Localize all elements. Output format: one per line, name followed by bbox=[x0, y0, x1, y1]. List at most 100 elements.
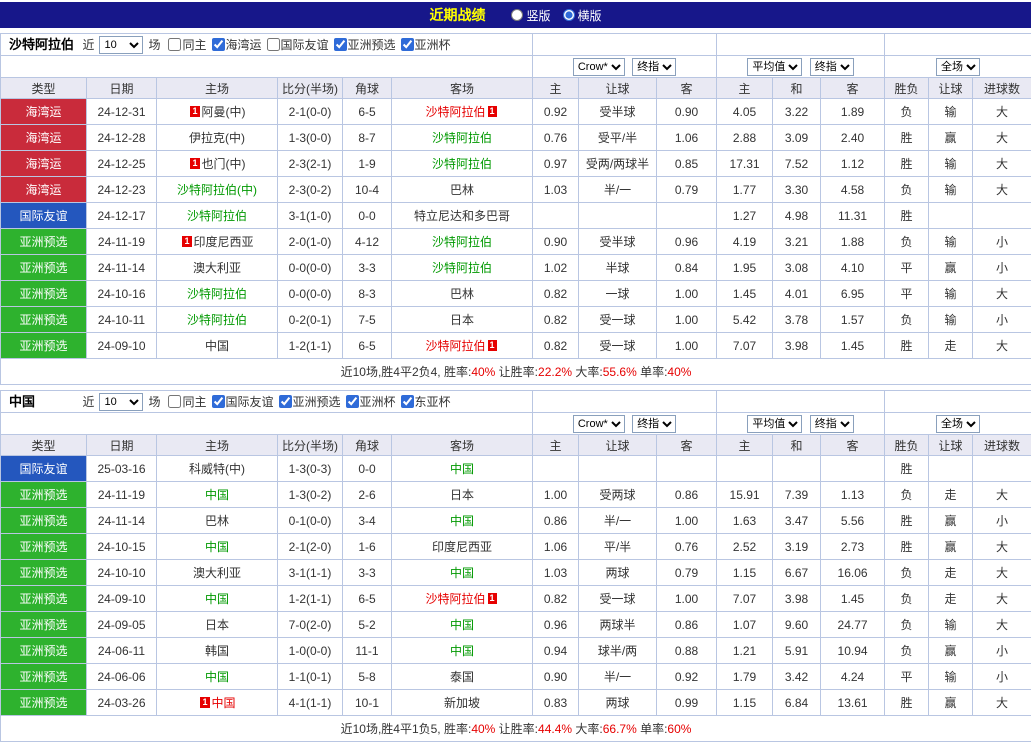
team-link[interactable]: 澳大利亚 bbox=[193, 261, 241, 275]
filter-checkbox[interactable] bbox=[334, 38, 347, 51]
league-type-cell[interactable]: 亚洲预选 bbox=[1, 612, 87, 638]
team-link[interactable]: 沙特阿拉伯 bbox=[425, 105, 485, 119]
team-link[interactable]: 中国 bbox=[450, 566, 474, 580]
team-link[interactable]: 澳大利亚 bbox=[193, 566, 241, 580]
scope-select[interactable]: 全场 bbox=[936, 415, 980, 433]
odds-stage-select[interactable]: 终指 bbox=[632, 58, 676, 76]
team-link[interactable]: 韩国 bbox=[205, 644, 229, 658]
filter-checkbox[interactable] bbox=[168, 395, 181, 408]
score-cell[interactable]: 2-1(2-0) bbox=[278, 534, 343, 560]
score-cell[interactable]: 0-1(0-0) bbox=[278, 508, 343, 534]
league-type-cell[interactable]: 亚洲预选 bbox=[1, 508, 87, 534]
team-link[interactable]: 日本 bbox=[450, 313, 474, 327]
avg-stage-select[interactable]: 终指 bbox=[810, 58, 854, 76]
filter-checkbox[interactable] bbox=[401, 395, 414, 408]
team-link[interactable]: 中国 bbox=[450, 462, 474, 476]
team-link[interactable]: 中国 bbox=[450, 644, 474, 658]
league-type-cell[interactable]: 亚洲预选 bbox=[1, 638, 87, 664]
league-type-cell[interactable]: 海湾运 bbox=[1, 125, 87, 151]
team-link[interactable]: 新加坡 bbox=[444, 696, 480, 710]
odds-stage-select[interactable]: 终指 bbox=[632, 415, 676, 433]
league-type-cell[interactable]: 亚洲预选 bbox=[1, 690, 87, 716]
team-link[interactable]: 沙特阿拉伯 bbox=[432, 235, 492, 249]
score-cell[interactable]: 1-0(0-0) bbox=[278, 638, 343, 664]
filter-东亚杯[interactable]: 东亚杯 bbox=[396, 393, 451, 410]
league-type-cell[interactable]: 亚洲预选 bbox=[1, 482, 87, 508]
score-cell[interactable]: 1-3(0-2) bbox=[278, 482, 343, 508]
team-link[interactable]: 沙特阿拉伯(中) bbox=[177, 183, 257, 197]
layout-option-vertical[interactable]: 竖版 bbox=[511, 7, 550, 24]
team-link[interactable]: 泰国 bbox=[450, 670, 474, 684]
team-link[interactable]: 沙特阿拉伯 bbox=[425, 592, 485, 606]
league-type-cell[interactable]: 海湾运 bbox=[1, 151, 87, 177]
league-type-cell[interactable]: 海湾运 bbox=[1, 177, 87, 203]
league-type-cell[interactable]: 亚洲预选 bbox=[1, 333, 87, 359]
league-type-cell[interactable]: 国际友谊 bbox=[1, 203, 87, 229]
avg-stage-select[interactable]: 终指 bbox=[810, 415, 854, 433]
team-link[interactable]: 日本 bbox=[450, 488, 474, 502]
team-link[interactable]: 巴林 bbox=[450, 287, 474, 301]
team-link[interactable]: 中国 bbox=[450, 618, 474, 632]
team-link[interactable]: 沙特阿拉伯 bbox=[425, 339, 485, 353]
team-link[interactable]: 日本 bbox=[205, 618, 229, 632]
score-cell[interactable]: 0-2(0-1) bbox=[278, 307, 343, 333]
score-cell[interactable]: 3-1(1-0) bbox=[278, 203, 343, 229]
scope-select[interactable]: 全场 bbox=[936, 58, 980, 76]
filter-checkbox[interactable] bbox=[279, 395, 292, 408]
team-link[interactable]: 中国 bbox=[205, 540, 229, 554]
horizontal-radio[interactable] bbox=[563, 9, 575, 21]
filter-checkbox[interactable] bbox=[168, 38, 181, 51]
team-link[interactable]: 沙特阿拉伯 bbox=[432, 131, 492, 145]
filter-国际友谊[interactable]: 国际友谊 bbox=[262, 36, 329, 53]
team-link[interactable]: 中国 bbox=[205, 592, 229, 606]
score-cell[interactable]: 2-3(2-1) bbox=[278, 151, 343, 177]
filter-checkbox[interactable] bbox=[346, 395, 359, 408]
score-cell[interactable]: 2-0(1-0) bbox=[278, 229, 343, 255]
filter-checkbox[interactable] bbox=[267, 38, 280, 51]
team-link[interactable]: 中国 bbox=[205, 670, 229, 684]
team-link[interactable]: 伊拉克(中) bbox=[189, 131, 245, 145]
filter-国际友谊[interactable]: 国际友谊 bbox=[207, 393, 274, 410]
league-type-cell[interactable]: 亚洲预选 bbox=[1, 586, 87, 612]
filter-亚洲杯[interactable]: 亚洲杯 bbox=[396, 36, 451, 53]
filter-亚洲预选[interactable]: 亚洲预选 bbox=[274, 393, 341, 410]
team-link[interactable]: 中国 bbox=[450, 514, 474, 528]
team-link[interactable]: 巴林 bbox=[205, 514, 229, 528]
score-cell[interactable]: 0-0(0-0) bbox=[278, 255, 343, 281]
avg-odds-select[interactable]: 平均值 bbox=[747, 415, 802, 433]
league-type-cell[interactable]: 亚洲预选 bbox=[1, 560, 87, 586]
match-count-select[interactable]: 10 bbox=[99, 393, 143, 411]
filter-亚洲杯[interactable]: 亚洲杯 bbox=[341, 393, 396, 410]
team-link[interactable]: 印度尼西亚 bbox=[194, 235, 254, 249]
score-cell[interactable]: 1-2(1-1) bbox=[278, 333, 343, 359]
team-link[interactable]: 中国 bbox=[212, 696, 236, 710]
league-type-cell[interactable]: 亚洲预选 bbox=[1, 281, 87, 307]
match-count-select[interactable]: 10 bbox=[99, 36, 143, 54]
team-link[interactable]: 沙特阿拉伯 bbox=[187, 209, 247, 223]
score-cell[interactable]: 1-2(1-1) bbox=[278, 586, 343, 612]
score-cell[interactable]: 7-0(2-0) bbox=[278, 612, 343, 638]
team-link[interactable]: 中国 bbox=[205, 339, 229, 353]
league-type-cell[interactable]: 海湾运 bbox=[1, 99, 87, 125]
team-link[interactable]: 科威特(中) bbox=[189, 462, 245, 476]
team-link[interactable]: 巴林 bbox=[450, 183, 474, 197]
score-cell[interactable]: 2-3(0-2) bbox=[278, 177, 343, 203]
score-cell[interactable]: 4-1(1-1) bbox=[278, 690, 343, 716]
layout-option-horizontal[interactable]: 横版 bbox=[563, 7, 602, 24]
league-type-cell[interactable]: 国际友谊 bbox=[1, 456, 87, 482]
team-link[interactable]: 沙特阿拉伯 bbox=[187, 287, 247, 301]
odds-source-select[interactable]: Crow* bbox=[573, 58, 625, 76]
score-cell[interactable]: 1-3(0-0) bbox=[278, 125, 343, 151]
filter-同主[interactable]: 同主 bbox=[163, 36, 206, 53]
league-type-cell[interactable]: 亚洲预选 bbox=[1, 534, 87, 560]
team-link[interactable]: 也门(中) bbox=[202, 157, 246, 171]
team-link[interactable]: 沙特阿拉伯 bbox=[432, 157, 492, 171]
vertical-radio[interactable] bbox=[511, 9, 523, 21]
team-link[interactable]: 中国 bbox=[205, 488, 229, 502]
team-link[interactable]: 特立尼达和多巴哥 bbox=[414, 209, 510, 223]
filter-checkbox[interactable] bbox=[212, 38, 225, 51]
league-type-cell[interactable]: 亚洲预选 bbox=[1, 229, 87, 255]
team-link[interactable]: 阿曼(中) bbox=[202, 105, 246, 119]
odds-source-select[interactable]: Crow* bbox=[573, 415, 625, 433]
score-cell[interactable]: 1-3(0-3) bbox=[278, 456, 343, 482]
